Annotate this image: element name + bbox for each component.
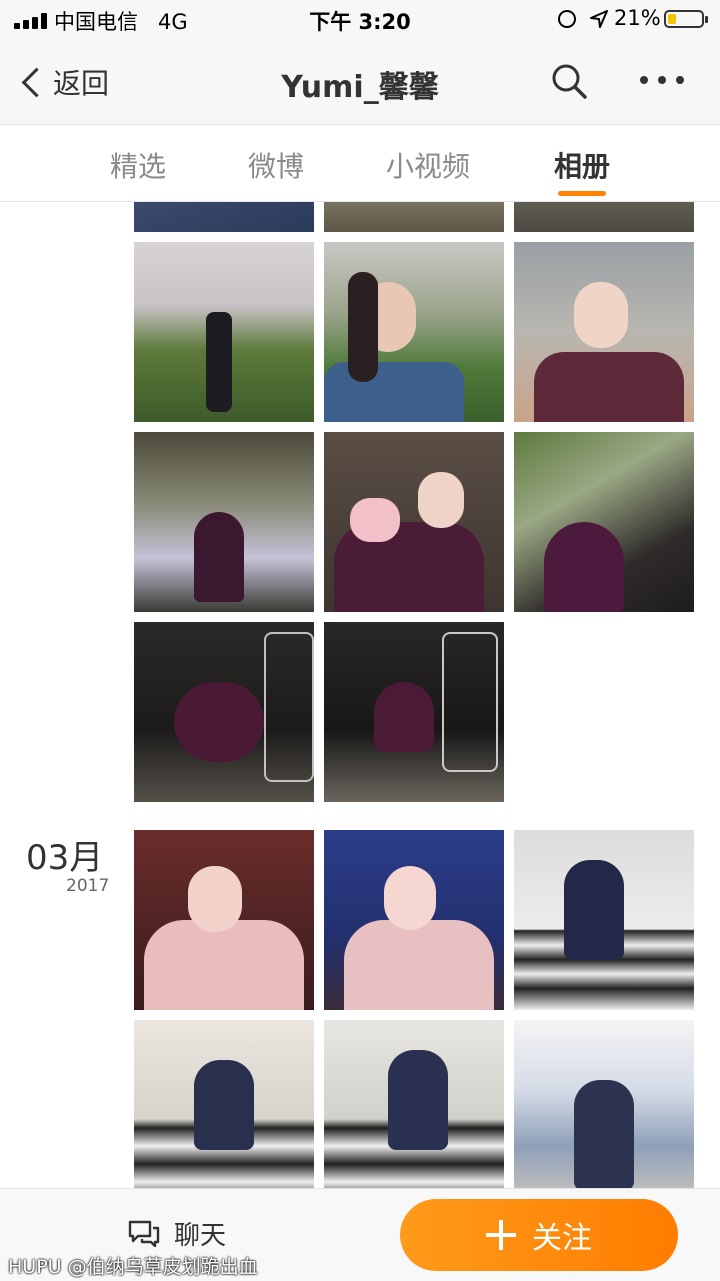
tab-weibo[interactable]: 微博: [248, 145, 304, 185]
search-icon[interactable]: [550, 62, 588, 100]
photo-thumbnail[interactable]: [324, 202, 504, 232]
battery-icon: [664, 10, 708, 28]
photo-thumbnail[interactable]: [324, 622, 504, 802]
photo-thumbnail[interactable]: [134, 432, 314, 612]
chat-label: 聊天: [174, 1221, 227, 1251]
status-time: 下午 3:20: [309, 10, 411, 34]
photo-thumbnail[interactable]: [324, 1020, 504, 1188]
tab-short-video[interactable]: 小视频: [386, 145, 470, 185]
status-bar: 中国电信 4G 下午 3:20 21%: [0, 0, 720, 40]
profile-tabs: 精选 微博 小视频 相册: [0, 125, 720, 202]
watermark-text: HUPU @伯纳乌草皮划跪出血: [8, 1256, 258, 1278]
photo-thumbnail[interactable]: [134, 622, 314, 802]
active-tab-indicator: [558, 191, 606, 196]
album-grid: 03月 2017: [0, 202, 720, 1188]
photo-thumbnail[interactable]: [514, 202, 694, 232]
photo-thumbnail[interactable]: [514, 830, 694, 1010]
plus-icon: [486, 1220, 516, 1250]
photo-thumbnail[interactable]: [514, 242, 694, 422]
chat-icon: [128, 1220, 160, 1247]
photo-thumbnail[interactable]: [324, 432, 504, 612]
photo-thumbnail[interactable]: [134, 1020, 314, 1188]
album-group-month: 03月: [26, 838, 104, 878]
photo-thumbnail[interactable]: [134, 202, 314, 232]
photo-thumbnail[interactable]: [514, 1020, 694, 1188]
photo-thumbnail[interactable]: [324, 830, 504, 1010]
page-title: Yumi_馨馨: [281, 70, 439, 105]
photo-thumbnail[interactable]: [514, 432, 694, 612]
tab-featured[interactable]: 精选: [110, 145, 166, 185]
photo-thumbnail[interactable]: [134, 242, 314, 422]
chat-button[interactable]: 聊天: [128, 1215, 226, 1252]
follow-button[interactable]: 关注: [400, 1199, 678, 1271]
battery-percent: 21%: [614, 6, 661, 30]
tab-album[interactable]: 相册: [554, 145, 610, 185]
more-icon[interactable]: [640, 76, 684, 86]
follow-label: 关注: [532, 1221, 592, 1256]
orientation-lock-icon: [558, 10, 576, 28]
photo-thumbnail[interactable]: [134, 830, 314, 1010]
navigation-bar: 返回 Yumi_馨馨: [0, 40, 720, 125]
album-group-year: 2017: [66, 876, 110, 896]
photo-thumbnail[interactable]: [324, 242, 504, 422]
location-icon: [590, 10, 608, 28]
